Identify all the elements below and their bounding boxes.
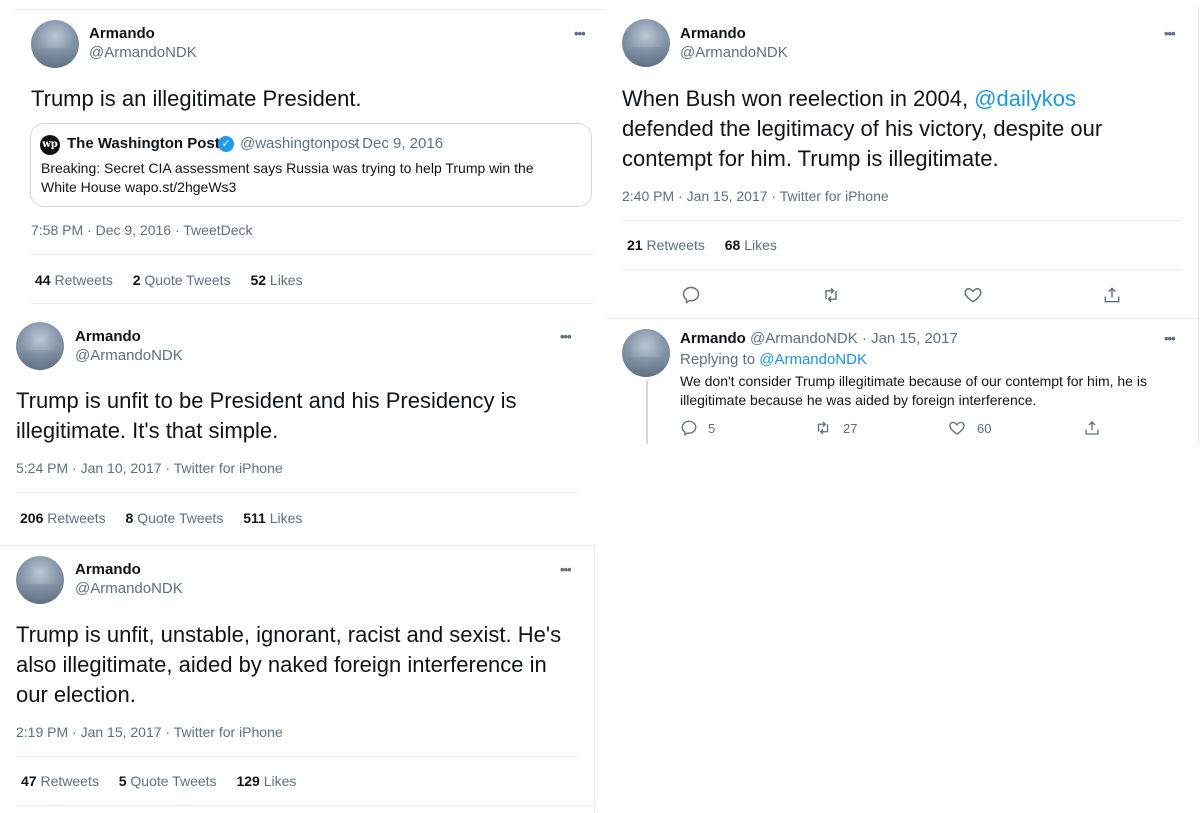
share-icon	[1104, 287, 1120, 303]
avatar[interactable]	[31, 20, 79, 68]
share-icon	[1085, 421, 1099, 435]
tweet-meta: 5:24 PM · Jan 10, 2017 · Twitter for iPh…	[16, 460, 283, 476]
reply-button[interactable]: 5	[680, 419, 715, 437]
engagement-stats: 206 Retweets 8 Quote Tweets 511 Likes	[20, 510, 318, 526]
like-icon	[949, 421, 965, 435]
like-button[interactable]: 60	[947, 419, 991, 437]
quote-tweets-stat[interactable]: 5 Quote Tweets	[119, 773, 217, 789]
mention-link[interactable]: @dailykos	[974, 86, 1076, 111]
likes-stat[interactable]: 511 Likes	[243, 510, 302, 526]
likes-stat[interactable]: 129 Likes	[236, 773, 296, 789]
retweet-icon	[817, 421, 829, 435]
thread-line	[646, 380, 648, 444]
tweet-text: When Bush won reelection in 2004, @daily…	[622, 86, 1103, 171]
likes-stat[interactable]: 52 Likes	[250, 272, 302, 288]
divider	[16, 492, 578, 493]
quote-tweets-stat[interactable]: 8 Quote Tweets	[126, 510, 224, 526]
display-name[interactable]: Armando	[75, 328, 141, 345]
reply-icon	[681, 420, 697, 437]
user-handle[interactable]: @ArmandoNDK	[89, 44, 197, 61]
right-border	[1198, 5, 1199, 321]
more-icon[interactable]: •••	[1164, 332, 1176, 345]
more-icon[interactable]: •••	[574, 27, 586, 40]
engagement-stats: 44 Retweets 2 Quote Tweets 52 Likes	[35, 272, 319, 288]
user-handle[interactable]: @ArmandoNDK	[680, 44, 788, 61]
user-handle[interactable]: @ArmandoNDK	[75, 347, 183, 364]
more-icon[interactable]: •••	[1164, 27, 1176, 40]
quoted-text-line: Breaking: Secret CIA assessment says Rus…	[41, 160, 534, 176]
divider	[16, 805, 594, 806]
divider	[31, 303, 593, 304]
like-count: 60	[977, 420, 992, 436]
tweet-card-4: Armando @ArmandoNDK ••• Trump is unfit, …	[0, 545, 596, 813]
quoted-tweet[interactable]: wp The Washington Post ✓ @washingtonpost…	[30, 123, 592, 207]
quoted-text-line: White House wapo.st/2hgeWs3	[41, 179, 237, 195]
display-name[interactable]: Armando	[89, 25, 155, 42]
reply-button[interactable]	[681, 285, 701, 305]
right-border	[1198, 318, 1199, 444]
likes-stat[interactable]: 68 Likes	[725, 237, 777, 253]
tweet-card-2: Armando @ArmandoNDK ••• When Bush won re…	[606, 5, 1200, 321]
tweet-text: Trump is an illegitimate President.	[31, 86, 362, 111]
retweet-icon	[825, 287, 837, 303]
divider	[31, 254, 593, 255]
reply-icon	[682, 286, 700, 304]
like-icon	[964, 288, 982, 303]
reply-tweet-card: Armando @ArmandoNDK · Jan 15, 2017 ••• R…	[606, 318, 1200, 444]
top-border	[0, 545, 596, 546]
like-button[interactable]	[962, 285, 984, 305]
more-icon[interactable]: •••	[560, 563, 572, 576]
quoted-author-name: The Washington Post	[67, 135, 220, 152]
retweets-stat[interactable]: 47 Retweets	[21, 773, 99, 789]
washington-post-logo: wp	[40, 135, 60, 155]
retweets-stat[interactable]: 21 Retweets	[627, 237, 705, 253]
share-button[interactable]	[1101, 285, 1123, 305]
divider	[622, 220, 1182, 221]
divider	[16, 756, 578, 757]
engagement-stats: 47 Retweets 5 Quote Tweets 129 Likes	[21, 773, 312, 789]
avatar[interactable]	[622, 19, 670, 67]
replying-to: Replying to @ArmandoNDK	[680, 351, 867, 368]
top-border	[606, 318, 1200, 319]
tweet-card-3: Armando @ArmandoNDK ••• Trump is unfit t…	[0, 311, 596, 541]
retweet-button[interactable]: 27	[813, 419, 857, 437]
display-name[interactable]: Armando	[680, 25, 746, 42]
right-border	[594, 545, 595, 813]
top-border	[14, 9, 610, 10]
replying-to-link[interactable]: @ArmandoNDK	[759, 351, 867, 368]
user-handle[interactable]: @ArmandoNDK	[75, 580, 183, 597]
avatar[interactable]	[16, 322, 64, 370]
verified-icon: ✓	[218, 136, 234, 152]
reply-count: 5	[708, 420, 716, 436]
tweet-text: Trump is unfit to be President and his P…	[16, 388, 517, 443]
engagement-stats: 21 Retweets 68 Likes	[627, 237, 793, 253]
divider	[622, 269, 1182, 270]
tweet-meta: 2:19 PM · Jan 15, 2017 · Twitter for iPh…	[16, 724, 283, 740]
reply-text-line: We don't consider Trump illegitimate bec…	[680, 373, 1147, 389]
tweet-text: Trump is unfit, unstable, ignorant, raci…	[16, 622, 562, 707]
retweets-stat[interactable]: 206 Retweets	[20, 510, 106, 526]
tweet-meta: 2:40 PM · Jan 15, 2017 · Twitter for iPh…	[622, 188, 889, 204]
more-icon[interactable]: •••	[560, 330, 572, 343]
quoted-handle: @washingtonpost	[240, 135, 360, 152]
retweet-button[interactable]	[820, 285, 842, 305]
avatar[interactable]	[16, 556, 64, 604]
display-name[interactable]: Armando	[75, 561, 141, 578]
handle-and-date[interactable]: @ArmandoNDK · Jan 15, 2017	[750, 330, 958, 347]
quote-tweets-stat[interactable]: 2 Quote Tweets	[133, 272, 231, 288]
display-name[interactable]: Armando	[680, 330, 746, 347]
share-button[interactable]	[1082, 419, 1102, 437]
retweet-count: 27	[843, 420, 858, 436]
avatar[interactable]	[622, 329, 670, 377]
quoted-date: · Dec 9, 2016	[353, 135, 444, 152]
tweet-card-1: Armando @ArmandoNDK ••• Trump is an ille…	[14, 9, 610, 309]
retweets-stat[interactable]: 44 Retweets	[35, 272, 113, 288]
reply-text-line: illegitimate because he was aided by for…	[680, 392, 1037, 408]
tweet-meta: 7:58 PM · Dec 9, 2016 · TweetDeck	[31, 222, 253, 238]
